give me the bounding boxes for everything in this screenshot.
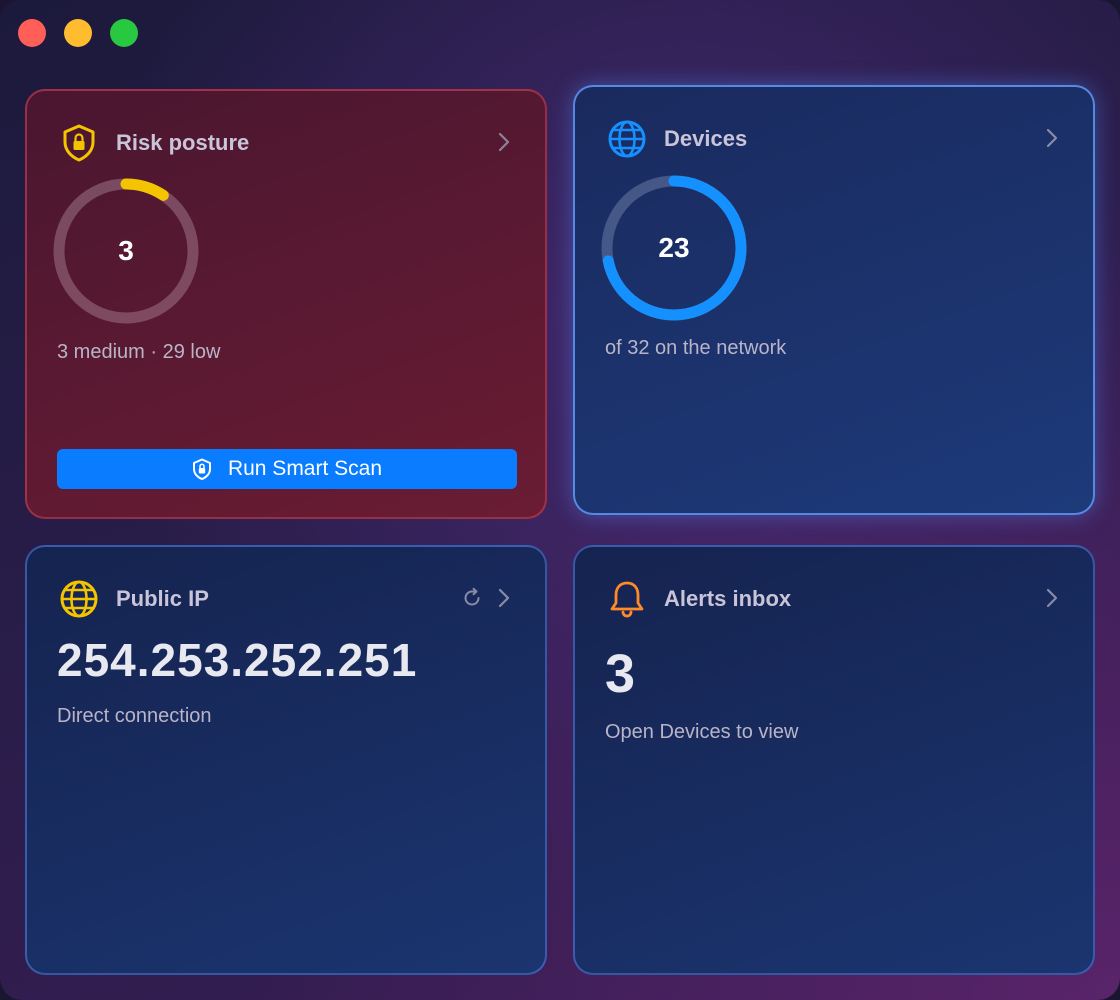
devices-summary-text: of 32 on the network xyxy=(605,337,787,359)
run-smart-scan-label: Run Smart Scan xyxy=(227,457,383,480)
devices-card-header: Devices xyxy=(607,119,747,159)
chevron-right-icon[interactable] xyxy=(1041,127,1063,149)
risk-summary-text: 3 medium · 29 low xyxy=(57,341,221,363)
devices-ring-value: 23 xyxy=(658,232,690,263)
minimize-window-button[interactable] xyxy=(64,19,92,47)
bell-icon xyxy=(607,579,647,619)
risk-ring-value: 3 xyxy=(118,235,134,266)
app-window: Risk posture 3 3 medium · 29 low Run Sma… xyxy=(0,0,1120,1000)
globe-icon xyxy=(59,579,99,619)
window-controls xyxy=(18,19,138,47)
risk-card-title: Risk posture xyxy=(116,130,250,155)
risk-ring-gauge: 3 xyxy=(50,175,202,327)
alerts-card-header: Alerts inbox xyxy=(607,579,791,619)
globe-icon xyxy=(607,119,647,159)
chevron-right-icon[interactable] xyxy=(1041,587,1063,609)
chevron-right-icon[interactable] xyxy=(493,131,515,153)
devices-card-title: Devices xyxy=(664,126,748,151)
risk-posture-card[interactable]: Risk posture 3 3 medium · 29 low Run Sma… xyxy=(25,89,547,519)
alerts-card-title: Alerts inbox xyxy=(664,586,792,611)
alerts-hint-text: Open Devices to view xyxy=(605,721,799,743)
devices-card[interactable]: Devices 23 of 32 on the network xyxy=(573,85,1095,515)
zoom-window-button[interactable] xyxy=(110,19,138,47)
alerts-inbox-card[interactable]: Alerts inbox 3 Open Devices to view xyxy=(573,545,1095,975)
close-window-button[interactable] xyxy=(18,19,46,47)
devices-ring-gauge: 23 xyxy=(598,172,750,324)
run-smart-scan-button[interactable]: Run Smart Scan xyxy=(57,449,517,489)
chevron-right-icon[interactable] xyxy=(493,587,515,609)
public-ip-address: 254.253.252.251 xyxy=(57,634,418,686)
public-ip-card[interactable]: Public IP 254.253.252.251 Direct connect… xyxy=(25,545,547,975)
connection-type-text: Direct connection xyxy=(57,705,212,727)
shield-lock-icon xyxy=(59,123,99,163)
alerts-count: 3 xyxy=(605,644,636,704)
refresh-icon[interactable] xyxy=(461,587,483,609)
public-ip-card-title: Public IP xyxy=(116,586,209,611)
shield-lock-icon xyxy=(192,458,211,480)
public-ip-card-header: Public IP xyxy=(59,579,209,619)
risk-card-header: Risk posture xyxy=(59,123,249,163)
